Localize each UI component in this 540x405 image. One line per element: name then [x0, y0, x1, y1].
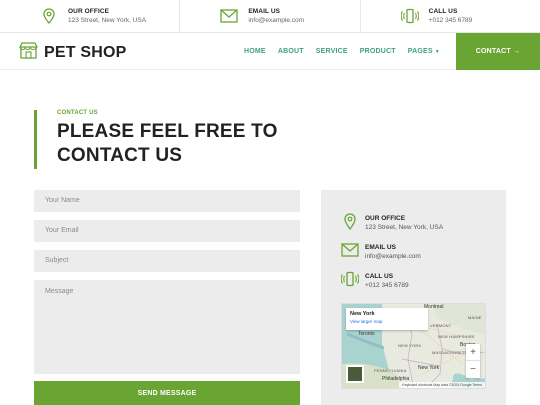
map-label-pennsylvania: PENNSYLVANIA [374, 368, 407, 373]
section-title-line-1: PLEASE FEEL FREE TO [57, 121, 278, 142]
zoom-in-button[interactable]: + [466, 344, 480, 361]
map-zoom-controls: + − [466, 344, 480, 378]
subject-input[interactable]: Subject [34, 250, 300, 272]
topbar-call-value: +012 345 6789 [428, 17, 473, 24]
map-label-new-york-city: New York [418, 365, 440, 371]
shop-icon [19, 41, 38, 64]
topbar-call: CALL US +012 345 6789 [361, 0, 540, 32]
contact-info-panel: OUR OFFICE 123 Street, New York, USA EMA… [321, 190, 506, 405]
brand-name: PET SHOP [44, 43, 127, 61]
message-textarea[interactable]: Message [34, 280, 300, 374]
caret-down-icon: ▼ [434, 49, 440, 55]
send-message-button[interactable]: SEND MESSAGE [34, 381, 300, 405]
info-call: CALL US +012 345 6789 [341, 270, 409, 289]
info-office: OUR OFFICE 123 Street, New York, USA [341, 212, 443, 231]
phone-icon [400, 7, 419, 25]
topbar-call-title: CALL US [428, 8, 458, 15]
top-bar: OUR OFFICE 123 Street, New York, USA EMA… [0, 0, 540, 33]
nav-pages-label: PAGES [407, 48, 433, 55]
section-heading: CONTACT US PLEASE FEEL FREE TO CONTACT U… [34, 110, 278, 169]
info-call-value: +012 345 6789 [365, 282, 409, 289]
name-input[interactable]: Your Name [34, 190, 300, 212]
map-place-name: New York [350, 311, 375, 317]
nav-home[interactable]: HOME [244, 48, 266, 55]
brand-logo[interactable]: PET SHOP [19, 41, 127, 64]
map-pin-icon [40, 7, 58, 25]
topbar-email-title: EMAIL US [248, 8, 281, 15]
email-input[interactable]: Your Email [34, 220, 300, 242]
info-email-title: EMAIL US [365, 244, 396, 251]
embedded-map[interactable]: New York View larger map Montreal VERMON… [341, 303, 486, 389]
map-label-massachusetts: MASSACHUSETTS [432, 350, 471, 355]
map-pin-icon [341, 212, 359, 230]
topbar-office: OUR OFFICE 123 Street, New York, USA [0, 0, 181, 32]
nav-product[interactable]: PRODUCT [360, 48, 396, 55]
envelope-icon [341, 241, 359, 259]
section-title-line-2: CONTACT US [57, 145, 183, 166]
map-label-toronto: Toronto [358, 331, 375, 337]
map-label-maine: MAINE [468, 315, 482, 320]
nav-pages[interactable]: PAGES ▼ [408, 48, 440, 55]
map-label-vermont: VERMONT [430, 323, 452, 328]
topbar-office-value: 123 Street, New York, USA [68, 17, 147, 24]
main-menu: HOME ABOUT SERVICE PRODUCT PAGES ▼ [244, 33, 452, 70]
navbar: PET SHOP HOME ABOUT SERVICE PRODUCT PAGE… [0, 33, 540, 70]
info-office-title: OUR OFFICE [365, 215, 406, 222]
topbar-office-title: OUR OFFICE [68, 8, 110, 15]
map-place-card: New York View larger map [346, 308, 428, 330]
nav-about[interactable]: ABOUT [278, 48, 304, 55]
nav-service[interactable]: SERVICE [316, 48, 348, 55]
map-attribution: Keyboard shortcuts Map data ©2024 Google… [399, 382, 485, 388]
zoom-out-button[interactable]: − [466, 361, 480, 378]
info-email: EMAIL US info@example.com [341, 241, 421, 260]
info-email-value: info@example.com [365, 253, 421, 260]
view-larger-map-link[interactable]: View larger map [350, 319, 424, 324]
map-label-new-york-state: NEW YORK [398, 343, 422, 348]
info-office-value: 123 Street, New York, USA [365, 224, 444, 231]
contact-button[interactable]: CONTACT → [456, 33, 540, 70]
info-call-title: CALL US [365, 273, 394, 280]
map-label-montreal: Montreal [424, 304, 444, 310]
section-kicker: CONTACT US [57, 110, 98, 116]
phone-icon [341, 270, 359, 288]
topbar-email-value: info@example.com [248, 17, 305, 24]
map-label-new-hampshire: NEW HAMPSHIRE [438, 334, 475, 339]
envelope-icon [220, 7, 238, 25]
satellite-toggle[interactable] [346, 365, 364, 383]
topbar-email: EMAIL US info@example.com [180, 0, 361, 32]
